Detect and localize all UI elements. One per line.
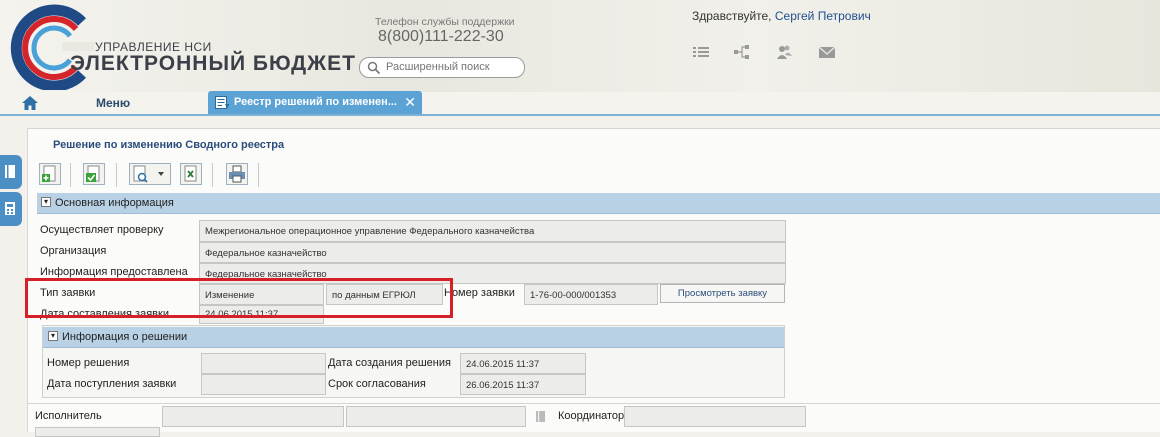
coordinator-field[interactable] <box>624 406 806 427</box>
side-tab-calculator[interactable] <box>0 192 22 226</box>
save-button[interactable] <box>83 163 105 185</box>
view-request-button[interactable]: Просмотреть заявку <box>660 284 785 303</box>
advanced-search[interactable] <box>359 57 525 78</box>
section-decision-info[interactable]: ▾ Информация о решении <box>43 327 784 348</box>
panel-title: Решение по изменению Сводного реестра <box>53 139 285 151</box>
inspector-field[interactable]: Межрегиональное операционное управление … <box>199 220 786 242</box>
toolbar-separator <box>116 163 117 187</box>
mail-icon[interactable] <box>818 44 836 60</box>
request-number-field[interactable]: 1-76-00-000/001353 <box>524 284 658 305</box>
side-tab-book[interactable] <box>0 155 22 189</box>
print-button[interactable] <box>226 163 248 185</box>
created-date-label: Дата создания решения <box>328 357 451 369</box>
chevron-down-icon[interactable]: ▾ <box>41 197 51 207</box>
deadline-label: Срок согласования <box>328 378 426 390</box>
executor-field-1[interactable] <box>162 406 344 427</box>
section-main-title: Основная информация <box>55 197 174 209</box>
executor-extra-field[interactable] <box>35 427 160 437</box>
executor-field-2[interactable] <box>346 406 526 427</box>
nav-bar <box>0 92 1160 116</box>
row-divider <box>27 403 1160 404</box>
document-dropdown-icon <box>133 165 164 183</box>
highlight-frame <box>25 278 453 318</box>
chevron-down-icon[interactable]: ▾ <box>48 331 58 341</box>
organization-label: Организация <box>40 245 107 257</box>
user-name-link[interactable]: Сергей Петрович <box>775 9 871 23</box>
support-label: Телефон службы поддержки <box>375 16 515 28</box>
greeting: Здравствуйте, Сергей Петрович <box>692 9 871 23</box>
lookup-book-icon[interactable] <box>535 410 547 423</box>
provided-label: Информация предоставлена <box>40 266 188 278</box>
tab-label: Реестр решений по изменен... <box>234 96 397 108</box>
list-icon[interactable] <box>692 44 710 60</box>
hierarchy-icon[interactable] <box>733 44 751 60</box>
tab-registry-decisions[interactable]: Реестр решений по изменен... ✕ <box>208 91 422 114</box>
close-icon[interactable]: ✕ <box>404 94 416 111</box>
toolbar-separator <box>258 163 259 187</box>
organization-field[interactable]: Федеральное казначейство <box>199 242 786 263</box>
menu-button[interactable]: Меню <box>96 96 130 110</box>
created-date-field[interactable]: 24.06.2015 11:37 <box>460 353 586 374</box>
support-phone: 8(800)111-222-30 <box>378 28 504 45</box>
toolbar-separator <box>212 163 213 187</box>
decision-number-field[interactable] <box>201 353 326 374</box>
excel-export-button[interactable] <box>180 163 202 185</box>
executor-label: Исполнитель <box>35 410 102 422</box>
search-input[interactable] <box>386 60 518 74</box>
document-dropdown-button[interactable] <box>129 163 171 185</box>
coordinator-label: Координатор <box>558 410 625 422</box>
save-check-icon <box>86 165 100 182</box>
print-icon <box>229 165 245 183</box>
received-date-field[interactable] <box>201 374 326 395</box>
add-button[interactable] <box>39 163 61 185</box>
electronic-budget-logo-icon[interactable] <box>2 4 94 90</box>
received-date-label: Дата поступления заявки <box>47 378 177 390</box>
logo-title: ЭЛЕКТРОННЫЙ БЮДЖЕТ <box>70 52 356 75</box>
registry-tab-icon <box>215 96 230 109</box>
section-decision-title: Информация о решении <box>62 331 188 343</box>
decision-number-label: Номер решения <box>47 357 130 369</box>
calculator-icon <box>5 202 15 215</box>
inspector-label: Осуществляет проверку <box>40 224 164 236</box>
book-icon <box>5 165 15 178</box>
add-icon <box>42 165 56 182</box>
section-main-info[interactable]: ▾ Основная информация <box>37 193 1160 214</box>
search-icon <box>367 61 381 75</box>
home-icon[interactable] <box>21 95 39 111</box>
users-icon[interactable] <box>775 44 793 60</box>
request-number-label: Номер заявки <box>444 287 515 299</box>
excel-export-icon <box>184 165 197 182</box>
greeting-text: Здравствуйте, <box>692 9 772 23</box>
toolbar-separator <box>70 163 71 187</box>
deadline-field[interactable]: 26.06.2015 11:37 <box>460 374 586 395</box>
